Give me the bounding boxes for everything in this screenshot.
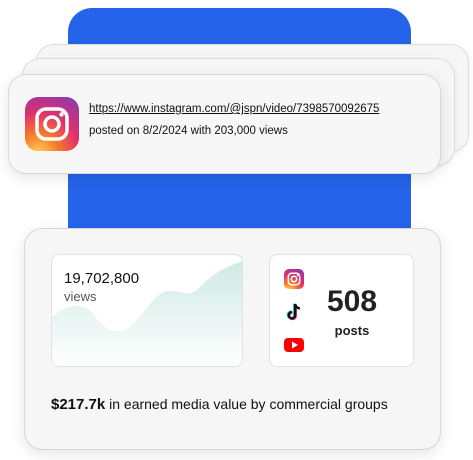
instagram-icon <box>25 97 79 151</box>
earned-media-value: $217.7k <box>51 396 106 413</box>
instagram-icon <box>284 269 304 289</box>
post-card: https://www.instagram.com/@jspn/video/73… <box>8 74 441 174</box>
posts-count: 508 <box>326 285 378 318</box>
post-meta-text: posted on 8/2/2024 with 203,000 views <box>89 125 288 137</box>
stats-card: 19,702,800 views 508 posts $217.7k in ea… <box>24 228 441 450</box>
views-count: 19,702,800 <box>64 270 140 287</box>
earned-media-text: in earned media value by commercial grou… <box>105 396 388 412</box>
youtube-icon <box>284 338 304 352</box>
views-label: views <box>64 289 97 304</box>
posts-panel: 508 posts <box>269 254 414 367</box>
views-panel: 19,702,800 views <box>51 254 243 367</box>
post-url-link[interactable]: https://www.instagram.com/@jspn/video/73… <box>89 103 379 115</box>
tiktok-icon <box>286 303 301 321</box>
earned-media-line: $217.7k in earned media value by commerc… <box>51 396 388 413</box>
posts-label: posts <box>334 323 370 338</box>
